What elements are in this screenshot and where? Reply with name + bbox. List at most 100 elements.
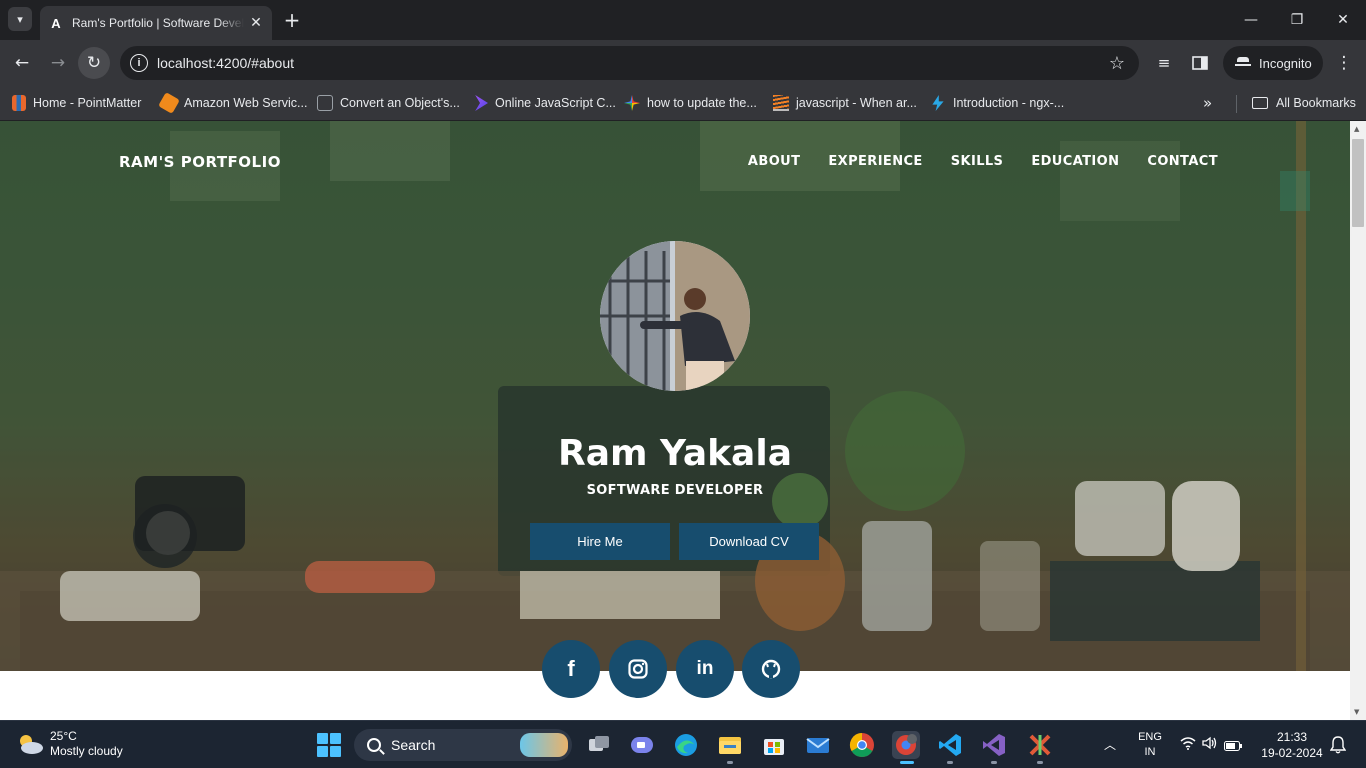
active-indicator [900, 761, 914, 764]
minimize-icon[interactable]: — [1228, 6, 1274, 34]
bookmark-item[interactable]: how to update the... [624, 92, 757, 114]
page-viewport: RAM'S PORTFOLIO ABOUT EXPERIENCE SKILLS … [0, 121, 1350, 720]
back-arrow-icon[interactable]: ← [6, 47, 38, 79]
scroll-thumb[interactable] [1352, 139, 1364, 227]
search-icon [367, 738, 381, 752]
hire-me-button[interactable]: Hire Me [530, 523, 670, 560]
side-panel-icon[interactable] [1184, 47, 1216, 79]
restore-icon[interactable]: ❐ [1274, 6, 1320, 34]
site-brand[interactable]: RAM'S PORTFOLIO [119, 153, 281, 171]
address-bar[interactable]: i localhost:4200/#about ☆ [120, 46, 1139, 80]
reload-icon[interactable]: ↻ [78, 47, 110, 79]
tray-overflow-chevron-icon[interactable]: ︿ [1104, 736, 1116, 753]
edge-icon[interactable] [672, 731, 700, 759]
language-code: ENG [1138, 731, 1162, 743]
nav-education[interactable]: EDUCATION [1031, 154, 1119, 169]
bookmark-label: Online JavaScript C... [495, 96, 616, 110]
search-label: Search [391, 737, 436, 753]
more-bookmarks-icon[interactable]: » [1203, 94, 1212, 112]
instagram-icon[interactable] [609, 640, 667, 698]
new-tab-icon[interactable]: + [282, 9, 302, 31]
page-scrollbar[interactable]: ▲ ▼ [1350, 121, 1366, 720]
microsoft-store-icon[interactable] [760, 731, 788, 759]
bookmarks-bar: Home - PointMatter Amazon Web Servic... … [0, 86, 1366, 121]
weather-temperature: 25°C [50, 729, 77, 743]
bookmark-item[interactable]: Amazon Web Servic... [158, 92, 307, 114]
linkedin-icon[interactable]: in [676, 640, 734, 698]
taskbar-clock[interactable]: 21:33 19-02-2024 [1252, 729, 1332, 761]
taskbar-search[interactable]: Search [354, 729, 572, 761]
all-bookmarks-button[interactable]: All Bookmarks [1252, 92, 1356, 114]
bookmark-item[interactable]: Online JavaScript C... [472, 92, 616, 114]
windows-start-icon[interactable] [317, 733, 341, 757]
bookmark-label: Home - PointMatter [33, 96, 142, 110]
scroll-down-arrow-icon[interactable]: ▼ [1354, 708, 1359, 716]
incognito-indicator[interactable]: Incognito [1223, 46, 1323, 80]
bookmark-item[interactable]: Convert an Object's... [317, 92, 460, 114]
codesandbox-icon [317, 95, 333, 111]
facebook-icon[interactable]: f [542, 640, 600, 698]
forward-arrow-icon[interactable]: → [42, 47, 74, 79]
nav-contact[interactable]: CONTACT [1147, 154, 1218, 169]
tab-strip: ▾ A Ram's Portfolio | Software Developer… [0, 0, 1366, 40]
github-icon[interactable] [742, 640, 800, 698]
file-explorer-icon[interactable] [716, 731, 744, 759]
teams-chat-icon[interactable] [628, 731, 656, 759]
clock-time: 21:33 [1276, 730, 1308, 744]
nav-skills[interactable]: SKILLS [951, 154, 1004, 169]
bookmark-item[interactable]: javascript - When ar... [773, 92, 917, 114]
mail-icon[interactable] [804, 731, 832, 759]
tab-search-chevron-icon[interactable]: ▾ [8, 7, 32, 31]
site-info-icon[interactable]: i [130, 54, 148, 72]
scroll-up-arrow-icon[interactable]: ▲ [1354, 125, 1359, 133]
cloud-sun-icon [16, 733, 44, 755]
site-nav: ABOUT EXPERIENCE SKILLS EDUCATION CONTAC… [748, 154, 1218, 169]
aws-icon [158, 92, 180, 114]
wifi-icon[interactable] [1180, 736, 1196, 755]
running-indicator [991, 761, 997, 764]
folder-icon [1252, 97, 1268, 109]
media-controls-icon[interactable]: ≡ [1148, 47, 1180, 79]
angular-favicon-icon: A [51, 15, 61, 31]
bookmarks-divider [1236, 95, 1237, 113]
profile-avatar [600, 241, 750, 391]
dev-tool-x-icon[interactable] [1026, 731, 1054, 759]
sparkle-icon [624, 95, 640, 111]
vscode-icon[interactable] [936, 731, 964, 759]
ngx-bolt-icon [932, 95, 944, 111]
notifications-bell-icon[interactable] [1329, 736, 1347, 758]
bookmark-label: Convert an Object's... [340, 96, 460, 110]
tab-title: Ram's Portfolio | Software Developer [72, 16, 244, 30]
weather-condition: Mostly cloudy [50, 744, 123, 758]
pointmatter-icon [12, 95, 26, 111]
chrome-icon[interactable] [848, 731, 876, 759]
bookmark-label: javascript - When ar... [796, 96, 917, 110]
nav-about[interactable]: ABOUT [748, 154, 800, 169]
stackoverflow-icon [773, 95, 789, 111]
bookmark-item[interactable]: Introduction - ngx-... [930, 92, 1064, 114]
search-highlight-icon [520, 733, 568, 757]
tab-close-icon[interactable]: ✕ [248, 15, 264, 31]
incognito-label: Incognito [1259, 55, 1312, 71]
running-indicator [727, 761, 733, 764]
active-tab[interactable]: A Ram's Portfolio | Software Developer ✕ [40, 6, 272, 40]
language-indicator[interactable]: ENG IN [1134, 730, 1166, 760]
volume-icon[interactable] [1202, 736, 1218, 755]
hero-name: Ram Yakala [558, 433, 792, 474]
window-close-icon[interactable]: ✕ [1320, 6, 1366, 34]
region-code: IN [1144, 746, 1156, 758]
visual-studio-icon[interactable] [980, 731, 1008, 759]
hero-role: SOFTWARE DEVELOPER [586, 483, 764, 498]
menu-kebab-icon[interactable]: ⋮ [1328, 47, 1360, 79]
battery-icon[interactable] [1224, 738, 1242, 756]
chrome-incognito-icon[interactable] [892, 731, 920, 759]
bookmark-label: how to update the... [647, 96, 757, 110]
url-text[interactable]: localhost:4200/#about [157, 55, 294, 71]
nav-experience[interactable]: EXPERIENCE [828, 154, 922, 169]
bookmark-item[interactable]: Home - PointMatter [12, 92, 141, 114]
task-view-icon[interactable] [585, 731, 613, 759]
weather-widget[interactable]: 25°C Mostly cloudy [16, 729, 123, 759]
clock-date: 19-02-2024 [1261, 746, 1323, 760]
download-cv-button[interactable]: Download CV [679, 523, 819, 560]
bookmark-star-icon[interactable]: ☆ [1109, 53, 1125, 74]
